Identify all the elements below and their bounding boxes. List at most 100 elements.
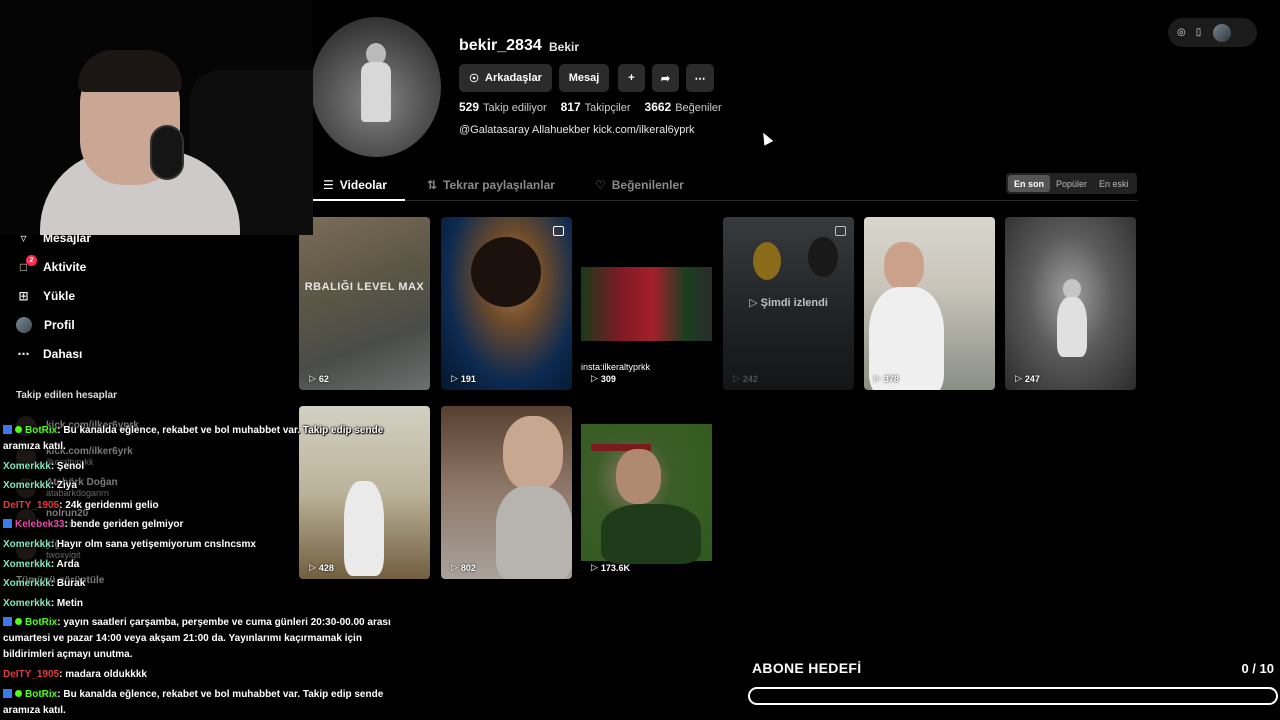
view-count: ▷ 802 xyxy=(451,562,476,573)
sidebar-item-activity[interactable]: □ 2 Aktivite xyxy=(16,254,86,278)
play-icon: ▷ xyxy=(733,373,740,383)
chat-username: DeITY_1905 xyxy=(3,499,60,511)
chat-message: DeITY_1905: 24k geridenmi gelio xyxy=(3,498,413,514)
friends-button[interactable]: ☉ Arkadaşlar xyxy=(459,64,552,92)
profile-avatar-icon xyxy=(16,317,32,333)
chat-username: Xomerkkk xyxy=(3,578,51,590)
add-friend-button[interactable]: + xyxy=(618,64,645,92)
photo-carousel-icon xyxy=(835,226,846,236)
followed-accounts-title: Takip edilen hesaplar xyxy=(16,390,117,401)
phone-icon[interactable]: ▯ xyxy=(1196,27,1202,38)
video-tile-1[interactable]: RBALIĞI LEVEL MAX ▷ 62 xyxy=(299,217,430,390)
play-icon: ▷ xyxy=(874,373,881,383)
chat-message: BotRix: Bu kanalda eğlence, rekabet ve b… xyxy=(3,687,413,719)
chat-text: : bende geriden gelmiyor xyxy=(64,519,184,531)
sort-latest[interactable]: En son xyxy=(1008,175,1051,192)
chat-username: BotRix xyxy=(25,617,58,629)
chat-message: Xomerkkk: Arda xyxy=(3,557,413,573)
user-avatar[interactable] xyxy=(1213,23,1232,42)
sort-toggle: En son Popüler En eski xyxy=(1006,173,1137,194)
video-tile-9[interactable]: ▷ 173.6K xyxy=(581,406,712,579)
play-icon: ▷ xyxy=(309,373,316,383)
chat-message: Xomerkkk: Hayır olm sana yetişemiyorum c… xyxy=(3,537,413,553)
chat-text: : Bu kanalda eğlence, rekabet ve bol muh… xyxy=(3,425,384,452)
chat-text: : Arda xyxy=(50,558,80,570)
video-thumbnail xyxy=(581,424,712,564)
bot-badge-icon xyxy=(15,426,22,433)
photo-carousel-icon xyxy=(553,226,564,236)
video-tile-3[interactable]: insta:ilkeraltyprkk ▷ 309 xyxy=(581,217,712,390)
active-tab-underline xyxy=(313,199,405,201)
view-count: ▷ 62 xyxy=(309,373,329,384)
tab-reposts[interactable]: ⇅ Tekrar paylaşılanlar xyxy=(427,178,555,192)
chat-text: : Şenol xyxy=(50,460,85,472)
tab-videos[interactable]: ☰ Videolar xyxy=(323,178,387,192)
chat-text: : Ziya xyxy=(50,480,77,492)
sidebar-item-more[interactable]: ⋯ Dahası xyxy=(16,343,83,365)
notification-badge: 2 xyxy=(26,254,37,266)
heart-icon: ♡ xyxy=(595,178,606,192)
add-user-icon: + xyxy=(628,72,635,84)
chat-username: BotRix xyxy=(25,688,58,700)
video-tile-5[interactable]: ▷ 378 xyxy=(864,217,995,390)
video-tile-2[interactable]: ▷ 191 xyxy=(441,217,572,390)
chat-text: : madara oldukkkk xyxy=(59,668,147,680)
friends-button-label: Arkadaşlar xyxy=(485,72,542,84)
video-overlay-text: RBALIĞI LEVEL MAX xyxy=(304,281,425,293)
bot-badge-icon xyxy=(15,618,22,626)
more-icon: ⋯ xyxy=(17,347,30,361)
chat-message: Xomerkkk: Metin xyxy=(3,596,413,612)
compass-icon[interactable]: ◎ xyxy=(1177,27,1186,38)
tab-liked[interactable]: ♡ Beğenilenler xyxy=(595,178,684,192)
share-icon: ➦ xyxy=(660,72,671,85)
chat-text: : yayın saatleri çarşamba, perşembe ve c… xyxy=(3,617,391,661)
view-count: ▷ 173.6K xyxy=(591,562,630,573)
kick-badge-icon xyxy=(3,425,12,434)
webcam-overlay xyxy=(0,0,313,235)
video-tile-4[interactable]: ▷ Şimdi izlendi ▷ 242 xyxy=(723,217,854,390)
chat-message: Kelebek33: bende geriden gelmiyor xyxy=(3,517,413,533)
view-count: ▷ 191 xyxy=(451,373,476,384)
kick-badge-icon xyxy=(3,617,12,627)
stat-following[interactable]: 529 Takip ediliyor xyxy=(459,100,547,114)
grid-icon: ☰ xyxy=(323,178,334,192)
chat-username: DeITY_1905 xyxy=(3,668,60,680)
chat-username: BotRix xyxy=(25,425,58,436)
video-tile-8[interactable]: ▷ 802 xyxy=(441,406,572,579)
sidebar-item-profile[interactable]: Profil xyxy=(16,314,75,336)
chat-message: BotRix: yayın saatleri çarşamba, perşemb… xyxy=(3,615,413,663)
chat-text: : Burak xyxy=(50,578,86,590)
user-icon: ☉ xyxy=(469,72,479,85)
more-options-button[interactable]: ⋯ xyxy=(686,64,714,92)
kick-badge-icon xyxy=(3,519,12,529)
sidebar-item-upload[interactable]: ⊞ Yükle xyxy=(16,285,75,307)
chat-username: Xomerkkk xyxy=(3,460,51,472)
stat-followers[interactable]: 817 Takipçiler xyxy=(561,100,631,114)
stat-likes: 3662 Beğeniler xyxy=(644,100,722,114)
profile-avatar-large xyxy=(311,17,441,157)
view-count: ▷ 378 xyxy=(874,373,899,384)
chat-text: : 24k geridenmi gelio xyxy=(59,499,159,511)
share-button[interactable]: ➦ xyxy=(652,64,679,92)
mouse-cursor xyxy=(758,130,774,146)
chat-text: : Hayır olm sana yetişemiyorum cnslncsmx xyxy=(50,538,256,550)
profile-stats: 529 Takip ediliyor 817 Takipçiler 3662 Beğe… xyxy=(459,100,722,114)
chat-username: Xomerkkk xyxy=(3,558,51,570)
sort-oldest[interactable]: En eski xyxy=(1093,175,1135,192)
chat-message: DeITY_1905: madara oldukkkk xyxy=(3,667,413,683)
play-icon: ▷ xyxy=(591,562,598,572)
view-count: ▷ 247 xyxy=(1015,373,1040,384)
chat-message: BotRix: Bu kanalda eğlence, rekabet ve b… xyxy=(3,423,413,455)
chat-text: : Bu kanalda eğlence, rekabet ve bol muh… xyxy=(3,688,384,716)
message-button[interactable]: Mesaj xyxy=(559,64,609,92)
view-count: ▷ 242 xyxy=(733,373,758,384)
sort-popular[interactable]: Popüler xyxy=(1050,175,1093,192)
ellipsis-icon: ⋯ xyxy=(694,72,706,85)
chat-text: : Metin xyxy=(50,597,84,609)
activity-icon: □ 2 xyxy=(16,254,37,275)
video-tile-6[interactable]: ▷ 247 xyxy=(1005,217,1136,390)
repost-icon: ⇅ xyxy=(427,178,438,192)
watched-label: ▷ Şimdi izlendi xyxy=(749,297,828,309)
profile-username: bekir_2834 xyxy=(459,37,542,54)
subscriber-goal-count: 0 / 10 xyxy=(1241,661,1274,676)
